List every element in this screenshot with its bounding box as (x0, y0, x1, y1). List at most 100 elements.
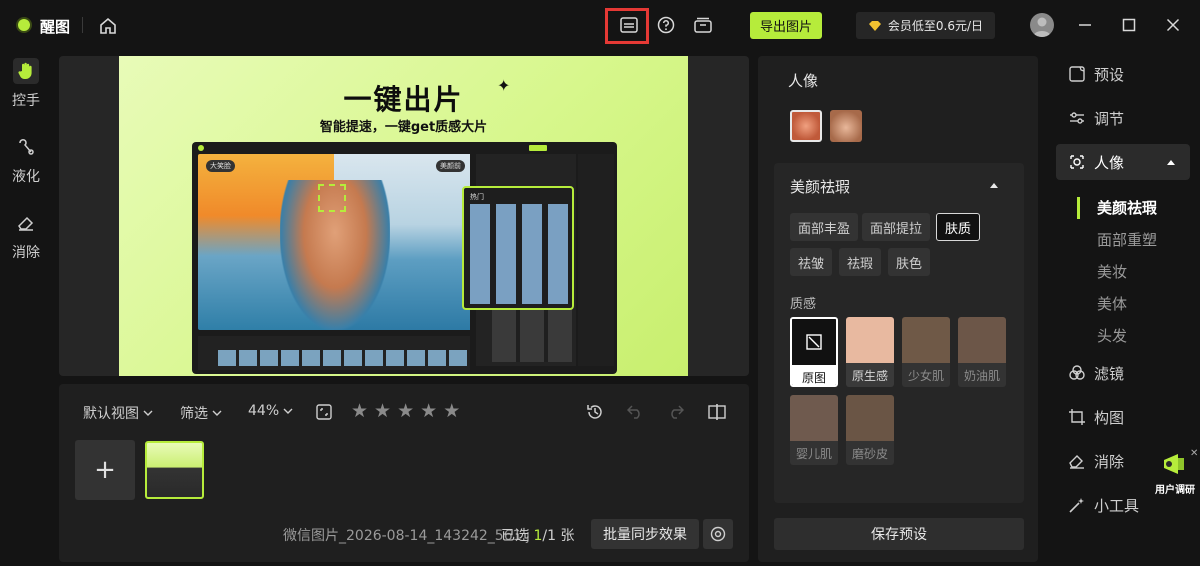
sub-makeup[interactable]: 美妆 (1097, 261, 1127, 282)
filter-label: 筛选 (180, 406, 208, 422)
app-title: 醒图 (40, 18, 71, 36)
swatch-original[interactable]: 原图 (790, 317, 838, 387)
face-detect-icon (318, 184, 346, 212)
sync-settings-button[interactable] (703, 519, 733, 549)
portrait-title: 人像 (788, 72, 819, 90)
help-icon[interactable] (655, 14, 677, 36)
mock-popup-title: 热门 (470, 193, 484, 201)
face-thumbnail[interactable] (830, 110, 862, 142)
nav-portrait[interactable]: 人像 (1056, 144, 1190, 180)
home-icon[interactable] (97, 15, 119, 37)
sub-beauty[interactable]: 美颜祛瑕 (1097, 197, 1157, 218)
compare-split-icon[interactable] (707, 402, 727, 422)
minimize-icon[interactable] (1074, 14, 1096, 36)
undo-icon[interactable] (625, 402, 645, 422)
nav-adjust[interactable]: 调节 (1056, 100, 1190, 136)
sub-indicator (1077, 197, 1080, 219)
batch-sync-button[interactable]: 批量同步效果 (591, 519, 699, 549)
star-icon[interactable]: ★ (397, 402, 414, 421)
nav-label: 预设 (1094, 65, 1125, 84)
nav-crop[interactable]: 构图 (1056, 399, 1190, 435)
view-dropdown[interactable]: 默认视图 (83, 403, 153, 423)
membership-button[interactable]: 会员低至0.6元/日 (856, 12, 995, 39)
magic-wand-icon (1069, 498, 1084, 513)
photo-thumbnail[interactable] (145, 441, 204, 499)
mock-filmstrip (198, 336, 470, 370)
editor-canvas[interactable]: 一键出片 智能提速，一键get质感大片 ✦ 大笑脸 美颜前 热门 (59, 56, 749, 376)
membership-label: 会员低至0.6元/日 (887, 19, 984, 33)
star-icon[interactable]: ★ (443, 402, 460, 421)
swatch-cream-skin[interactable]: 奶油肌 (958, 317, 1006, 387)
chip-face-lift[interactable]: 面部提拉 (862, 213, 931, 241)
mock-popup: 热门 (462, 186, 574, 310)
gallery-icon[interactable] (692, 14, 714, 36)
save-preset-button[interactable]: 保存预设 (774, 518, 1024, 550)
tool-hand[interactable]: 控手 (0, 58, 52, 118)
beauty-title: 美颜祛瑕 (790, 178, 851, 196)
adjust-panel: 人像 美颜祛瑕 面部丰盈 面部提拉 肤质 祛皱 祛瑕 肤色 质感 原图 原生感 … (758, 56, 1038, 562)
sparkle-icon: ✦ (497, 76, 511, 95)
caret-up-icon[interactable] (989, 182, 999, 188)
sub-body[interactable]: 美体 (1097, 293, 1127, 314)
chip-face-fill[interactable]: 面部丰盈 (790, 213, 859, 241)
face-thumbnail[interactable] (790, 110, 822, 142)
swatch-natural[interactable]: 原生感 (846, 317, 894, 387)
mock-popup-grid (470, 204, 568, 304)
redo-icon[interactable] (666, 402, 686, 422)
portrait-icon (1070, 155, 1084, 169)
tool-liquify[interactable]: 液化 (0, 134, 52, 194)
rating-stars[interactable]: ★ ★ ★ ★ ★ (351, 402, 460, 421)
zoom-dropdown[interactable]: 44% (248, 403, 293, 419)
close-icon[interactable]: ✕ (1190, 448, 1198, 459)
tool-label: 控手 (12, 93, 40, 109)
swatch-color (790, 395, 838, 441)
survey-label: 用户调研 (1155, 485, 1195, 496)
close-icon[interactable] (1162, 14, 1184, 36)
tool-label: 消除 (12, 245, 40, 261)
swatch-girl-skin[interactable]: 少女肌 (902, 317, 950, 387)
liquify-icon (13, 134, 39, 160)
mock-badge-right: 美颜前 (436, 160, 465, 172)
eraser-icon (13, 210, 39, 236)
filter-icon (1069, 365, 1085, 380)
nav-label: 人像 (1094, 153, 1125, 172)
chip-skin-tone[interactable]: 肤色 (888, 248, 931, 276)
tool-erase[interactable]: 消除 (0, 210, 52, 270)
nav-label: 滤镜 (1094, 364, 1125, 383)
filter-dropdown[interactable]: 筛选 (180, 403, 222, 423)
swatch-color (902, 317, 950, 363)
poster-image: 一键出片 智能提速，一键get质感大片 ✦ 大笑脸 美颜前 热门 (119, 56, 688, 376)
swatch-color (846, 317, 894, 363)
diamond-icon (868, 20, 881, 31)
star-icon[interactable]: ★ (351, 402, 368, 421)
selected-prefix: 已选 (501, 528, 534, 544)
view-label: 默认视图 (83, 406, 139, 422)
mock-sidebar (578, 154, 614, 366)
sub-face-reshape[interactable]: 面部重塑 (1097, 229, 1157, 250)
history-icon[interactable] (585, 402, 605, 422)
megaphone-icon (1164, 454, 1184, 474)
export-button[interactable]: 导出图片 (750, 12, 822, 39)
fit-screen-icon[interactable] (314, 402, 334, 422)
swatch-baby-skin[interactable]: 婴儿肌 (790, 395, 838, 465)
swatch-label: 奶油肌 (958, 363, 1006, 387)
maximize-icon[interactable] (1118, 14, 1140, 36)
star-icon[interactable]: ★ (374, 402, 391, 421)
no-effect-icon (792, 319, 836, 365)
chip-wrinkle[interactable]: 祛皱 (790, 248, 833, 276)
user-survey-button[interactable]: 用户调研 ✕ (1150, 448, 1200, 498)
sub-hair[interactable]: 头发 (1097, 325, 1127, 346)
mock-export-button (529, 145, 547, 151)
avatar[interactable] (1030, 13, 1054, 37)
nav-preset[interactable]: 预设 (1056, 56, 1190, 92)
star-icon[interactable]: ★ (420, 402, 437, 421)
swatch-matte-skin[interactable]: 磨砂皮 (846, 395, 894, 465)
chip-skin-texture[interactable]: 肤质 (936, 213, 981, 241)
app-mockup: 大笑脸 美颜前 热门 (192, 142, 617, 374)
poster-title: 一键出片 (343, 83, 464, 116)
add-photo-button[interactable]: + (75, 440, 135, 500)
nav-filter[interactable]: 滤镜 (1056, 355, 1190, 391)
chip-blemish[interactable]: 祛瑕 (839, 248, 882, 276)
preset-icon (1069, 66, 1085, 82)
poster-subtitle: 智能提速，一键get质感大片 (319, 120, 488, 135)
